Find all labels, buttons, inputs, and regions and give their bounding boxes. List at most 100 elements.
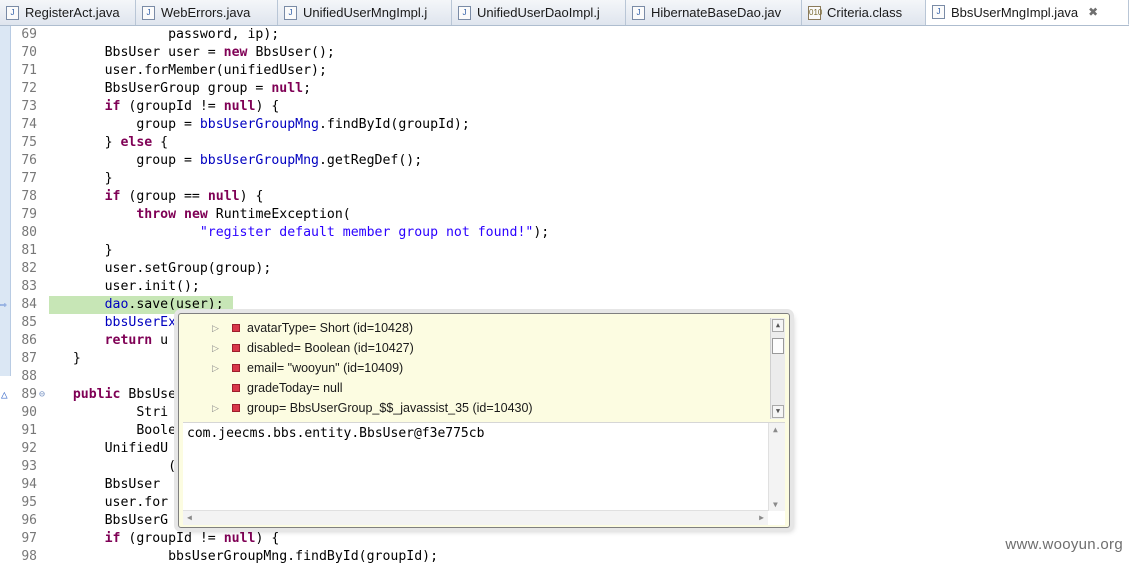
code-line[interactable]: public BbsUse	[49, 386, 176, 404]
detail-pane[interactable]: com.jeecms.bbs.entity.BbsUser@f3e775cb ▲…	[183, 422, 785, 525]
field-reference: bbsUserGroupMng	[199, 153, 319, 168]
java-file-icon: J	[6, 5, 19, 20]
variables-scrollbar[interactable]: ▲ ▼	[770, 318, 785, 419]
code-line[interactable]: Boole	[49, 422, 176, 440]
fold-toggle-icon[interactable]: ⊖	[39, 386, 45, 404]
scroll-up-button[interactable]: ▲	[772, 319, 784, 332]
line-number: 78	[21, 189, 37, 204]
keyword: return	[104, 333, 153, 348]
tab-hibernatebasedao-jav[interactable]: J HibernateBaseDao.jav	[626, 0, 802, 25]
code-line[interactable]: "register default member group not found…	[49, 224, 549, 242]
tab-label: HibernateBaseDao.jav	[651, 5, 782, 20]
expand-arrow-icon[interactable]: ▷	[212, 398, 222, 418]
line-number: 75	[21, 135, 37, 150]
scroll-up-arrow-icon[interactable]: ▲	[773, 425, 778, 434]
tab-weberrors-java[interactable]: J WebErrors.java	[136, 0, 278, 25]
debug-hover-popup[interactable]: ▷ avatarType= Short (id=10428) ▷ disabled= …	[178, 313, 790, 528]
line-number: 80	[21, 225, 37, 240]
code-line[interactable]: dao.save(user);	[49, 296, 224, 314]
variable-label: avatarType= Short (id=10428)	[247, 321, 414, 335]
line-number: 94	[21, 477, 37, 492]
code-line[interactable]: }	[49, 170, 113, 188]
tab-bbsusermngimpl-java[interactable]: J BbsUserMngImpl.java ✖	[926, 0, 1129, 25]
scroll-right-arrow-icon[interactable]: ▶	[759, 513, 764, 522]
detail-horizontal-scrollbar[interactable]: ◀ ▶	[183, 510, 768, 525]
java-file-icon: J	[284, 5, 297, 20]
close-tab-icon[interactable]: ✖	[1088, 5, 1098, 19]
code-line[interactable]: return u	[49, 332, 169, 350]
tab-unifieduserdaoimpl-j[interactable]: J UnifiedUserDaoImpl.j	[452, 0, 626, 25]
line-number: 83	[21, 279, 37, 294]
line-number: 93	[21, 459, 37, 474]
code-line[interactable]: BbsUser user = new BbsUser();	[49, 44, 335, 62]
expand-arrow-icon[interactable]: ▷	[212, 358, 222, 378]
variable-row[interactable]: ▷ avatarType= Short (id=10428)	[183, 318, 743, 338]
instruction-pointer-icon: ⇨	[0, 298, 7, 311]
detail-vertical-scrollbar[interactable]: ▲ ▼	[768, 423, 785, 511]
expand-arrow-icon[interactable]: ▷	[212, 318, 222, 338]
variable-label: group= BbsUserGroup_$$_javassist_35 (id=…	[247, 401, 533, 415]
override-marker-icon[interactable]: △	[1, 386, 8, 404]
keyword: if	[104, 189, 121, 204]
variable-row[interactable]: ▷ disabled= Boolean (id=10427)	[183, 338, 743, 358]
keyword: null	[271, 81, 304, 96]
tab-unifiedusermngimpl-j[interactable]: J UnifiedUserMngImpl.j	[278, 0, 452, 25]
tab-label: BbsUserMngImpl.java	[951, 4, 1079, 20]
variable-label: gradeToday= null	[247, 381, 343, 395]
variable-row[interactable]: gradeToday= null	[183, 378, 743, 398]
line-number: 97	[21, 531, 37, 546]
code-line[interactable]: throw new RuntimeException(	[49, 206, 350, 224]
line-number: 76	[21, 153, 37, 168]
scroll-down-button[interactable]: ▼	[772, 405, 784, 418]
tab-registeract-java[interactable]: J RegisterAct.java	[0, 0, 136, 25]
line-number: 69	[21, 27, 37, 42]
code-line[interactable]: } else {	[49, 134, 169, 152]
code-line[interactable]: }	[49, 350, 81, 368]
class-file-icon: 010	[808, 5, 822, 20]
code-line[interactable]: group = bbsUserGroupMng.findById(groupId…	[49, 116, 469, 134]
scroll-down-arrow-icon[interactable]: ▼	[773, 500, 778, 509]
code-line[interactable]: BbsUserG	[49, 512, 169, 530]
field-reference: dao	[104, 297, 129, 312]
code-line[interactable]: if (groupId != null) {	[49, 530, 280, 548]
code-line[interactable]	[49, 368, 73, 386]
editor-tab-bar: J RegisterAct.java J WebErrors.java J Unified…	[0, 0, 1129, 26]
code-line[interactable]: user.for	[49, 494, 169, 512]
code-line[interactable]: password, ip);	[49, 26, 279, 44]
code-line[interactable]: user.forMember(unifiedUser);	[49, 62, 327, 80]
line-number: 79	[21, 207, 37, 222]
code-line[interactable]: if (groupId != null) {	[49, 98, 280, 116]
code-line[interactable]: (	[49, 458, 176, 476]
line-number: 77	[21, 171, 37, 186]
code-line[interactable]: BbsUser	[49, 476, 168, 494]
scroll-thumb[interactable]	[772, 338, 784, 354]
code-line[interactable]: }	[49, 242, 113, 260]
variables-tree[interactable]: ▷ avatarType= Short (id=10428) ▷ disabled= …	[183, 318, 769, 419]
code-line[interactable]: bbsUserGroupMng.findById(groupId);	[49, 548, 438, 566]
code-line[interactable]: group = bbsUserGroupMng.getRegDef();	[49, 152, 422, 170]
line-number: 89	[21, 387, 37, 402]
line-number: 95	[21, 495, 37, 510]
variable-row[interactable]: ▷ group= BbsUserGroup_$$_javassist_35 (id…	[183, 398, 743, 418]
code-line[interactable]: BbsUserGroup group = null;	[49, 80, 311, 98]
line-number: 90	[21, 405, 37, 420]
line-number: 88	[21, 369, 37, 384]
code-line[interactable]: if (group == null) {	[49, 188, 264, 206]
expand-arrow-icon[interactable]: ▷	[212, 338, 222, 358]
line-number: 74	[21, 117, 37, 132]
code-line[interactable]: UnifiedU	[49, 440, 169, 458]
private-field-icon	[232, 384, 240, 392]
overview-ruler	[0, 26, 11, 555]
code-line[interactable]: user.setGroup(group);	[49, 260, 272, 278]
java-file-icon: J	[458, 5, 471, 20]
code-line[interactable]: user.init();	[49, 278, 200, 296]
code-line[interactable]: Stri	[49, 404, 168, 422]
keyword: null	[223, 99, 256, 114]
keyword: if	[104, 99, 121, 114]
tab-criteria-class[interactable]: 010 Criteria.class	[802, 0, 926, 25]
scroll-left-arrow-icon[interactable]: ◀	[187, 513, 192, 522]
code-line[interactable]: bbsUserEx	[49, 314, 176, 332]
line-number: 70	[21, 45, 37, 60]
ruler-scope-band	[0, 26, 11, 376]
variable-row[interactable]: ▷ email= "wooyun" (id=10409)	[183, 358, 743, 378]
